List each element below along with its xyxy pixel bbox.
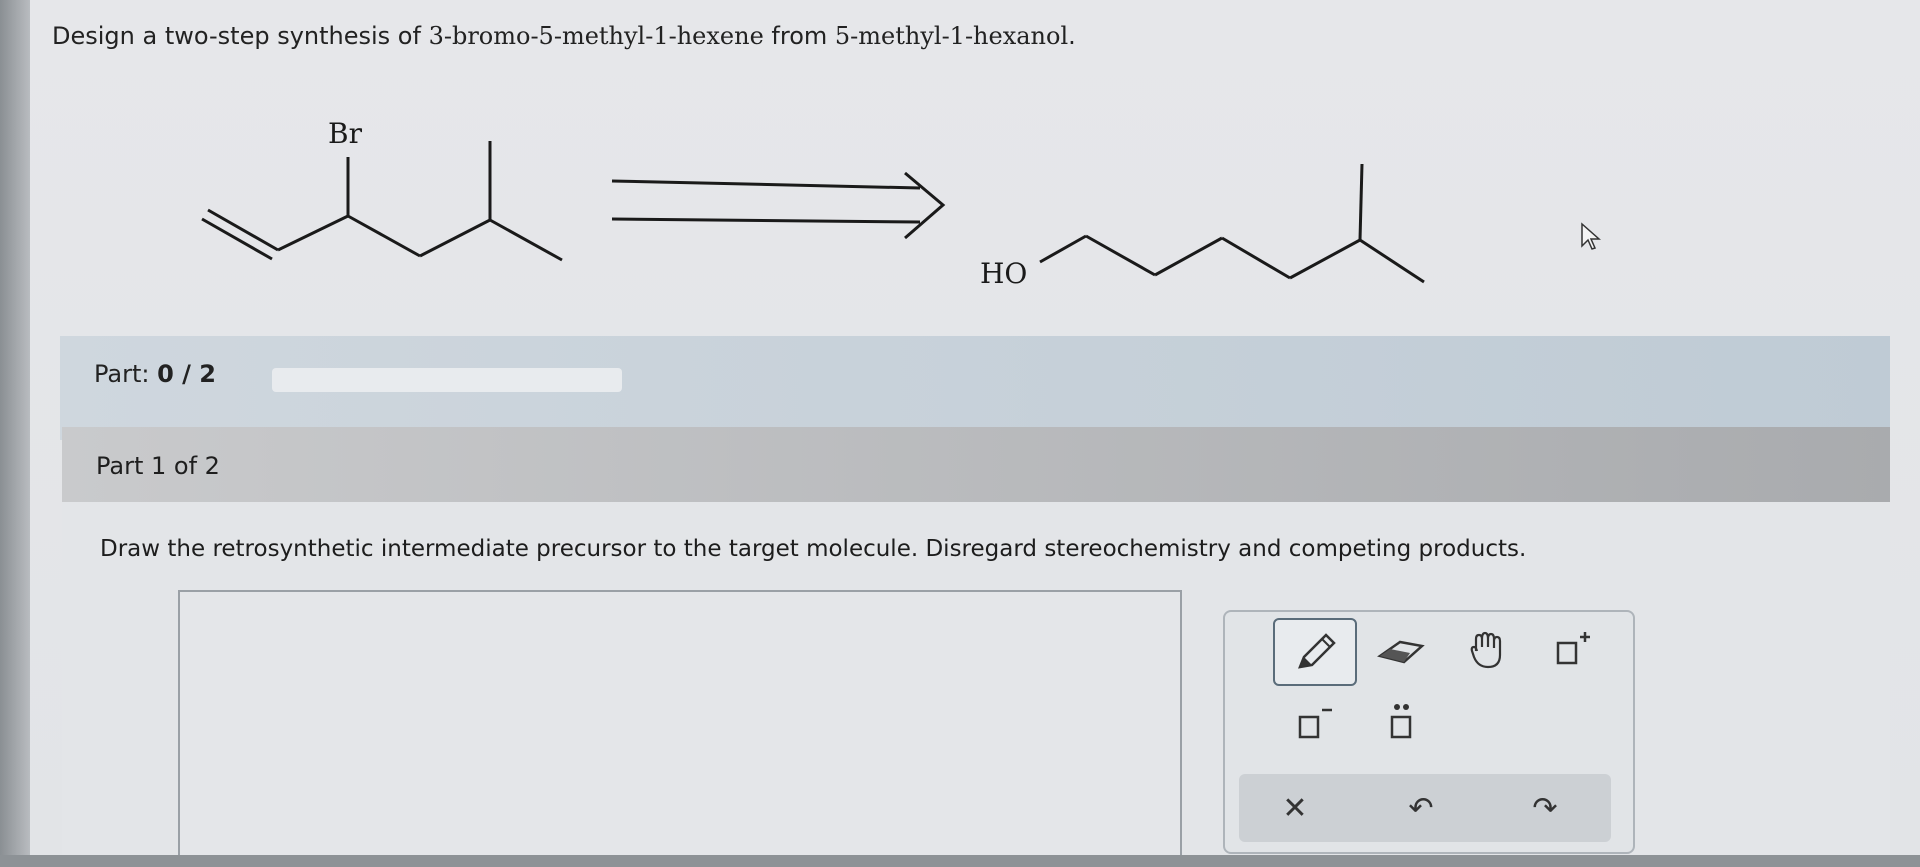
retrosynthesis-scheme: Br HO (201, 117, 1425, 290)
progress-track (272, 368, 622, 392)
mouse-cursor-icon (1581, 222, 1601, 250)
bromine-label: Br (328, 117, 363, 150)
undo-button[interactable]: ↶ (1381, 782, 1461, 834)
clear-button[interactable]: ✕ (1255, 782, 1335, 834)
drawing-toolbox: ✕ ↶ ↷ (1223, 610, 1635, 854)
pencil-icon[interactable] (1273, 618, 1357, 686)
redo-button[interactable]: ↷ (1505, 782, 1585, 834)
hand-icon[interactable] (1447, 618, 1527, 682)
part-header-label: Part 1 of 2 (96, 452, 220, 480)
eraser-icon[interactable] (1361, 618, 1441, 682)
target-molecule-structure (201, 141, 563, 262)
add-charge-icon[interactable] (1531, 618, 1611, 682)
retrosynthesis-arrow (611, 171, 946, 240)
remove-charge-icon[interactable] (1273, 690, 1353, 754)
part-instruction: Draw the retrosynthetic intermediate pre… (100, 536, 1527, 562)
screen-bezel-bottom (0, 855, 1920, 867)
lone-pair-icon[interactable] (1361, 690, 1441, 754)
drawing-canvas[interactable] (178, 590, 1182, 864)
progress-value: 0 / 2 (157, 360, 216, 388)
starting-material-structure (1039, 163, 1425, 284)
hydroxyl-label: HO (980, 257, 1027, 290)
part-header[interactable] (62, 427, 1890, 502)
progress-label: Part: 0 / 2 (94, 360, 216, 388)
progress-label-text: Part: (94, 360, 150, 388)
